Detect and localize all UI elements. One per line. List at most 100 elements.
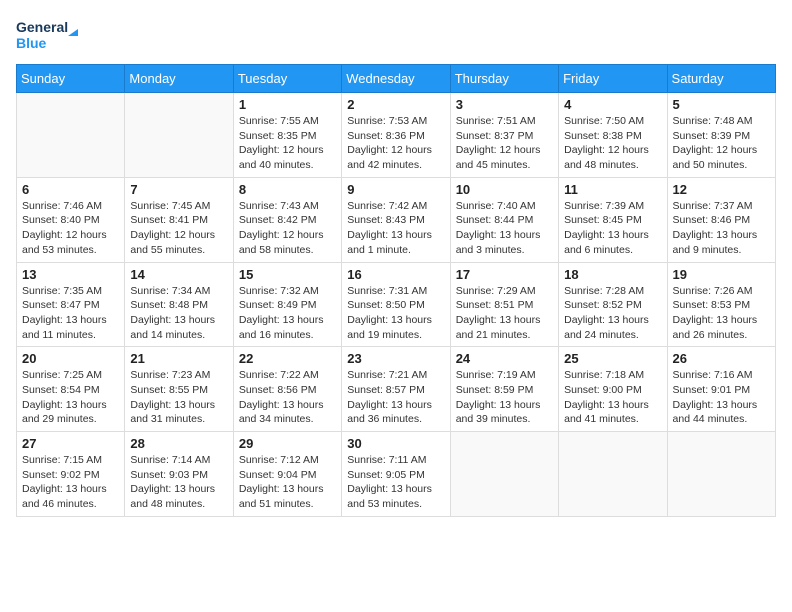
cell-info: Sunrise: 7:11 AM Sunset: 9:05 PM Dayligh…: [347, 453, 444, 512]
day-number: 1: [239, 97, 336, 112]
calendar-cell: 11 Sunrise: 7:39 AM Sunset: 8:45 PM Dayli…: [559, 177, 667, 262]
calendar-cell: 22Sunrise: 7:22 AM Sunset: 8:56 PM Dayli…: [233, 347, 341, 432]
cell-info: Sunrise: 7:21 AM Sunset: 8:57 PM Dayligh…: [347, 368, 444, 427]
cell-info: Sunrise: 7:15 AM Sunset: 9:02 PM Dayligh…: [22, 453, 119, 512]
day-number: 5: [673, 97, 770, 112]
calendar-cell: [17, 93, 125, 178]
day-number: 24: [456, 351, 553, 366]
cell-info: Sunrise: 7:48 AM Sunset: 8:39 PM Dayligh…: [673, 114, 770, 173]
cell-info: Sunrise: 7:51 AM Sunset: 8:37 PM Dayligh…: [456, 114, 553, 173]
cell-info: Sunrise: 7:31 AM Sunset: 8:50 PM Dayligh…: [347, 284, 444, 343]
cell-info: Sunrise: 7:40 AM Sunset: 8:44 PM Dayligh…: [456, 199, 553, 258]
day-number: 4: [564, 97, 661, 112]
calendar-cell: 30 Sunrise: 7:11 AM Sunset: 9:05 PM Dayli…: [342, 432, 450, 517]
calendar-cell: 7 Sunrise: 7:45 AM Sunset: 8:41 PM Daylig…: [125, 177, 233, 262]
logo: GeneralBlue: [16, 16, 86, 56]
svg-text:Blue: Blue: [16, 35, 47, 51]
calendar-table: SundayMondayTuesdayWednesdayThursdayFrid…: [16, 64, 776, 517]
day-number: 17: [456, 267, 553, 282]
day-number: 25: [564, 351, 661, 366]
cell-info: Sunrise: 7:55 AM Sunset: 8:35 PM Dayligh…: [239, 114, 336, 173]
calendar-cell: 29 Sunrise: 7:12 AM Sunset: 9:04 PM Dayli…: [233, 432, 341, 517]
day-header-saturday: Saturday: [667, 65, 775, 93]
calendar-cell: 5 Sunrise: 7:48 AM Sunset: 8:39 PM Daylig…: [667, 93, 775, 178]
cell-info: Sunrise: 7:37 AM Sunset: 8:46 PM Dayligh…: [673, 199, 770, 258]
day-number: 8: [239, 182, 336, 197]
day-number: 19: [673, 267, 770, 282]
cell-info: Sunrise: 7:42 AM Sunset: 8:43 PM Dayligh…: [347, 199, 444, 258]
cell-info: Sunrise: 7:32 AM Sunset: 8:49 PM Dayligh…: [239, 284, 336, 343]
cell-info: Sunrise: 7:16 AM Sunset: 9:01 PM Dayligh…: [673, 368, 770, 427]
day-number: 16: [347, 267, 444, 282]
calendar-week-3: 13Sunrise: 7:35 AM Sunset: 8:47 PM Dayli…: [17, 262, 776, 347]
day-number: 15: [239, 267, 336, 282]
day-number: 6: [22, 182, 119, 197]
cell-info: Sunrise: 7:43 AM Sunset: 8:42 PM Dayligh…: [239, 199, 336, 258]
calendar-cell: 6 Sunrise: 7:46 AM Sunset: 8:40 PM Daylig…: [17, 177, 125, 262]
day-header-thursday: Thursday: [450, 65, 558, 93]
calendar-cell: 3 Sunrise: 7:51 AM Sunset: 8:37 PM Daylig…: [450, 93, 558, 178]
calendar-cell: [450, 432, 558, 517]
calendar-week-2: 6 Sunrise: 7:46 AM Sunset: 8:40 PM Daylig…: [17, 177, 776, 262]
cell-info: Sunrise: 7:26 AM Sunset: 8:53 PM Dayligh…: [673, 284, 770, 343]
cell-info: Sunrise: 7:45 AM Sunset: 8:41 PM Dayligh…: [130, 199, 227, 258]
calendar-week-1: 1 Sunrise: 7:55 AM Sunset: 8:35 PM Daylig…: [17, 93, 776, 178]
cell-info: Sunrise: 7:25 AM Sunset: 8:54 PM Dayligh…: [22, 368, 119, 427]
day-header-tuesday: Tuesday: [233, 65, 341, 93]
day-number: 14: [130, 267, 227, 282]
calendar-cell: 14 Sunrise: 7:34 AM Sunset: 8:48 PM Dayli…: [125, 262, 233, 347]
day-number: 12: [673, 182, 770, 197]
calendar-week-5: 27 Sunrise: 7:15 AM Sunset: 9:02 PM Dayli…: [17, 432, 776, 517]
day-number: 22: [239, 351, 336, 366]
calendar-cell: 13Sunrise: 7:35 AM Sunset: 8:47 PM Dayli…: [17, 262, 125, 347]
day-header-monday: Monday: [125, 65, 233, 93]
day-number: 26: [673, 351, 770, 366]
calendar-cell: 9 Sunrise: 7:42 AM Sunset: 8:43 PM Daylig…: [342, 177, 450, 262]
calendar-cell: 18 Sunrise: 7:28 AM Sunset: 8:52 PM Dayli…: [559, 262, 667, 347]
day-number: 11: [564, 182, 661, 197]
calendar-cell: [125, 93, 233, 178]
cell-info: Sunrise: 7:50 AM Sunset: 8:38 PM Dayligh…: [564, 114, 661, 173]
day-number: 10: [456, 182, 553, 197]
day-number: 23: [347, 351, 444, 366]
calendar-cell: 20Sunrise: 7:25 AM Sunset: 8:54 PM Dayli…: [17, 347, 125, 432]
cell-info: Sunrise: 7:29 AM Sunset: 8:51 PM Dayligh…: [456, 284, 553, 343]
calendar-cell: 27 Sunrise: 7:15 AM Sunset: 9:02 PM Dayli…: [17, 432, 125, 517]
calendar-cell: 12 Sunrise: 7:37 AM Sunset: 8:46 PM Dayli…: [667, 177, 775, 262]
calendar-cell: 19 Sunrise: 7:26 AM Sunset: 8:53 PM Dayli…: [667, 262, 775, 347]
calendar-cell: [559, 432, 667, 517]
calendar-cell: 1 Sunrise: 7:55 AM Sunset: 8:35 PM Daylig…: [233, 93, 341, 178]
cell-info: Sunrise: 7:18 AM Sunset: 9:00 PM Dayligh…: [564, 368, 661, 427]
day-number: 30: [347, 436, 444, 451]
cell-info: Sunrise: 7:14 AM Sunset: 9:03 PM Dayligh…: [130, 453, 227, 512]
cell-info: Sunrise: 7:46 AM Sunset: 8:40 PM Dayligh…: [22, 199, 119, 258]
calendar-cell: 4 Sunrise: 7:50 AM Sunset: 8:38 PM Daylig…: [559, 93, 667, 178]
logo-svg: GeneralBlue: [16, 16, 86, 56]
day-header-friday: Friday: [559, 65, 667, 93]
calendar-cell: 2Sunrise: 7:53 AM Sunset: 8:36 PM Daylig…: [342, 93, 450, 178]
day-header-wednesday: Wednesday: [342, 65, 450, 93]
cell-info: Sunrise: 7:23 AM Sunset: 8:55 PM Dayligh…: [130, 368, 227, 427]
cell-info: Sunrise: 7:28 AM Sunset: 8:52 PM Dayligh…: [564, 284, 661, 343]
calendar-cell: 24 Sunrise: 7:19 AM Sunset: 8:59 PM Dayli…: [450, 347, 558, 432]
calendar-header-row: SundayMondayTuesdayWednesdayThursdayFrid…: [17, 65, 776, 93]
day-number: 3: [456, 97, 553, 112]
day-header-sunday: Sunday: [17, 65, 125, 93]
day-number: 29: [239, 436, 336, 451]
calendar-cell: 23 Sunrise: 7:21 AM Sunset: 8:57 PM Dayli…: [342, 347, 450, 432]
calendar-cell: 15 Sunrise: 7:32 AM Sunset: 8:49 PM Dayli…: [233, 262, 341, 347]
calendar-cell: 25 Sunrise: 7:18 AM Sunset: 9:00 PM Dayli…: [559, 347, 667, 432]
day-number: 27: [22, 436, 119, 451]
day-number: 9: [347, 182, 444, 197]
day-number: 18: [564, 267, 661, 282]
svg-text:General: General: [16, 19, 68, 35]
cell-info: Sunrise: 7:19 AM Sunset: 8:59 PM Dayligh…: [456, 368, 553, 427]
day-number: 13: [22, 267, 119, 282]
day-number: 7: [130, 182, 227, 197]
cell-info: Sunrise: 7:39 AM Sunset: 8:45 PM Dayligh…: [564, 199, 661, 258]
cell-info: Sunrise: 7:12 AM Sunset: 9:04 PM Dayligh…: [239, 453, 336, 512]
calendar-cell: 21Sunrise: 7:23 AM Sunset: 8:55 PM Dayli…: [125, 347, 233, 432]
calendar-cell: 10 Sunrise: 7:40 AM Sunset: 8:44 PM Dayli…: [450, 177, 558, 262]
calendar-cell: 28Sunrise: 7:14 AM Sunset: 9:03 PM Dayli…: [125, 432, 233, 517]
cell-info: Sunrise: 7:34 AM Sunset: 8:48 PM Dayligh…: [130, 284, 227, 343]
